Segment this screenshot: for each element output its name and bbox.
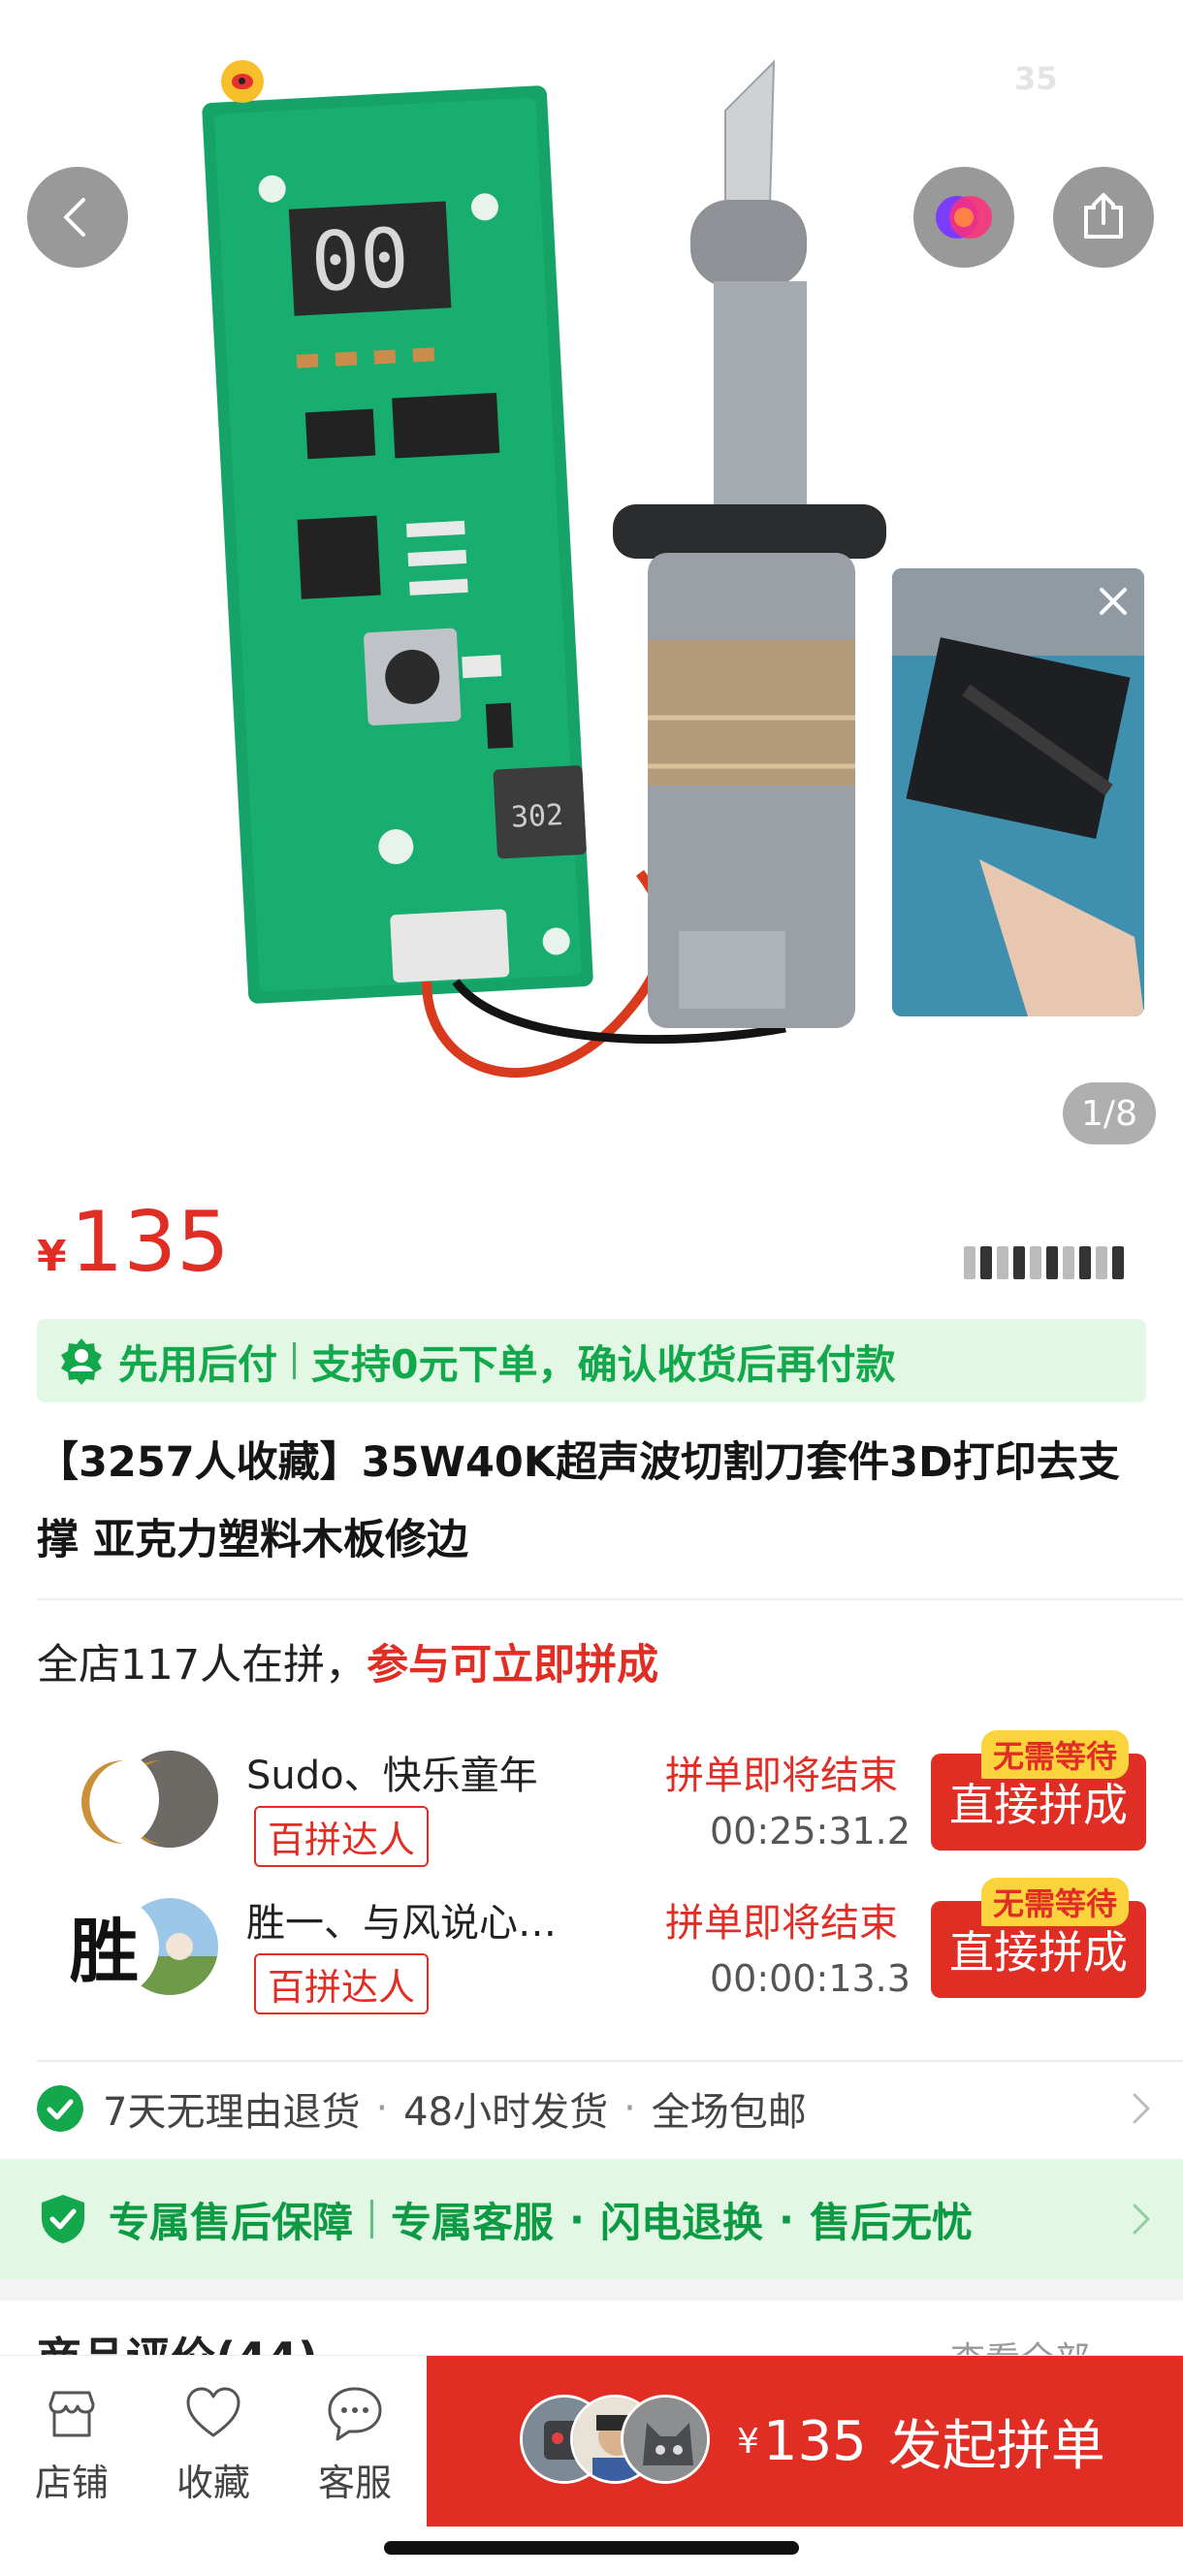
cta-currency: ¥ <box>737 2421 759 2462</box>
favorite-tab[interactable]: 收藏 <box>155 2383 272 2506</box>
service-item-shipping: 48小时发货 <box>403 2090 609 2135</box>
image-page-indicator: 1/8 <box>1063 1082 1156 1144</box>
avatar: 胜 <box>56 1895 159 1998</box>
group-buy-highlight: 参与可立即拼成 <box>367 1641 659 1690</box>
pay-later-detail: 支持0元下单，确认收货后再付款 <box>311 1341 896 1388</box>
video-thumbnail[interactable] <box>892 568 1144 1016</box>
divider <box>37 2060 1183 2062</box>
close-icon[interactable] <box>1092 580 1135 623</box>
group-leader-name: Sudo、快乐童年 <box>246 1754 538 1798</box>
product-image-gallery[interactable]: 00 302 35 1/8 <box>0 0 1183 1178</box>
group-leader-name: 胜一、与风说心… <box>246 1901 557 1946</box>
separator-dot: · <box>569 2195 585 2243</box>
group-members-avatars <box>50 1748 264 1854</box>
group-buy-header: 全店117人在拼，参与可立即拼成 <box>37 1631 658 1691</box>
store-label: 店铺 <box>34 2462 109 2504</box>
svg-text:00: 00 <box>308 210 411 310</box>
store-tab[interactable]: 店铺 <box>14 2383 130 2506</box>
guarantee-item-worry-free: 售后无忧 <box>809 2198 973 2246</box>
assistant-logo-icon <box>936 196 992 239</box>
guarantee-item-customer-service: 专属客服 <box>391 2198 555 2246</box>
countdown-timer: 00:25:31.2 <box>710 1810 911 1852</box>
home-indicator <box>384 2541 799 2555</box>
customer-service-label: 客服 <box>317 2462 392 2504</box>
image-watermark-number: 35 <box>1014 60 1058 97</box>
shield-check-icon <box>42 2195 84 2243</box>
price-value: 135 <box>70 1194 230 1291</box>
group-buy-row: 胜 胜一、与风说心… 百拼达人 拼单即将结束 00:00:13.3 直接拼成 无… <box>37 1878 1146 2019</box>
svg-text:302: 302 <box>510 798 564 835</box>
group-buy-row: Sudo、快乐童年 百拼达人 拼单即将结束 00:25:31.2 直接拼成 无需… <box>37 1730 1146 1872</box>
divider <box>37 1598 1183 1600</box>
price: ¥ 135 <box>37 1201 230 1284</box>
back-arrow-icon <box>64 198 85 237</box>
group-buy-count: 全店117人在拼， <box>37 1641 368 1690</box>
weibo-icon <box>221 60 264 103</box>
check-circle-icon <box>37 2085 83 2132</box>
member-badge: 百拼达人 <box>254 1806 430 1867</box>
product-page: 00 302 35 1/8 ¥ 135 先用后付 支持0元下单，确认收货后再付款… <box>0 0 1183 2576</box>
service-item-returns: 7天无理由退货 <box>103 2090 361 2135</box>
after-sales-guarantee-banner[interactable]: 专属售后保障 专属客服 · 闪电退换 · 售后无忧 <box>0 2159 1183 2279</box>
share-button[interactable] <box>1053 167 1154 268</box>
pay-later-badge-icon <box>61 1338 102 1385</box>
customer-service-tab[interactable]: 客服 <box>297 2383 413 2506</box>
no-wait-badge: 无需等待 <box>981 1878 1130 1926</box>
guarantee-item-fast-exchange: 闪电退换 <box>600 2198 764 2246</box>
favorite-label: 收藏 <box>176 2462 250 2504</box>
chevron-right-icon <box>1133 2204 1150 2235</box>
product-title: 【3257人收藏】35W40K超声波切割刀套件3D打印去支撑 亚克力塑料木板修边 <box>37 1438 1120 1564</box>
divider <box>370 2200 374 2238</box>
sales-count-obscured <box>964 1243 1158 1282</box>
avatar <box>621 2395 710 2484</box>
no-wait-badge: 无需等待 <box>981 1730 1130 1779</box>
price-currency: ¥ <box>37 1232 67 1281</box>
store-icon <box>48 2391 95 2437</box>
divider <box>293 1342 296 1379</box>
heart-icon <box>186 2387 240 2437</box>
chevron-right-icon <box>1133 2093 1150 2124</box>
chat-bubble-icon <box>328 2387 382 2441</box>
service-item-free-shipping: 全场包邮 <box>651 2090 807 2135</box>
group-avatars <box>520 2395 714 2488</box>
group-status: 拼单即将结束 <box>665 1754 898 1798</box>
separator-dot: · <box>623 2086 636 2131</box>
section-gap <box>0 2279 1183 2301</box>
cta-price: 135 <box>762 2409 867 2473</box>
guarantee-item-after-sales: 专属售后保障 <box>109 2198 354 2246</box>
share-icon <box>1084 193 1123 239</box>
pay-later-title: 先用后付 <box>118 1341 277 1388</box>
group-members-avatars: 胜 <box>50 1895 264 2002</box>
avatar <box>56 1748 159 1851</box>
start-group-buy-button[interactable]: ¥ 135 发起拼单 <box>427 2356 1183 2527</box>
video-preview-image <box>892 568 1144 1016</box>
countdown-timer: 00:00:13.3 <box>710 1957 911 2000</box>
back-button[interactable] <box>27 167 128 268</box>
svg-text:胜: 胜 <box>69 1910 139 1992</box>
member-badge: 百拼达人 <box>254 1953 430 2014</box>
group-status: 拼单即将结束 <box>665 1901 898 1946</box>
separator-dot: · <box>375 2086 389 2131</box>
separator-dot: · <box>779 2195 794 2243</box>
service-promises-row[interactable]: 7天无理由退货 · 48小时发货 · 全场包邮 <box>37 2066 1150 2151</box>
assistant-avatar-button[interactable] <box>913 167 1014 268</box>
pay-later-banner[interactable]: 先用后付 支持0元下单，确认收货后再付款 <box>37 1319 1146 1402</box>
cta-label: 发起拼单 <box>887 2414 1105 2478</box>
